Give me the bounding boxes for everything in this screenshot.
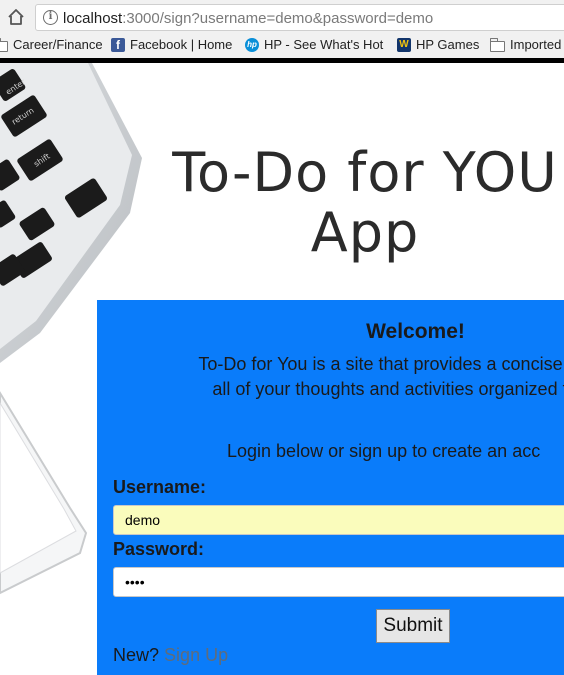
submit-button[interactable]: Submit (376, 609, 450, 643)
page: return shift enter To-Do for YOU App Wel… (0, 63, 564, 675)
bookmark-imported[interactable]: Imported (490, 36, 561, 54)
bookmark-label: Imported (510, 37, 562, 52)
url-path: :3000/sign?username=demo&password=demo (122, 10, 434, 27)
app-title-line2: App (310, 201, 420, 264)
site-description: To-Do for You is a site that provides a … (113, 352, 564, 402)
welcome-heading: Welcome! (366, 320, 465, 343)
app-title-line1: To-Do for YOU (172, 141, 558, 204)
hp-games-icon: W (397, 38, 411, 52)
info-icon[interactable]: i (43, 10, 58, 25)
url-text[interactable]: localhost:3000/sign?username=demo&passwo… (63, 10, 433, 27)
password-label: Password: (113, 539, 205, 559)
bookmark-hp-games[interactable]: W HP Games (397, 36, 479, 54)
signup-row: New? Sign Up (113, 645, 228, 666)
username-label: Username: (113, 477, 207, 497)
bookmarks-bar: Career/Finance f Facebook | Home hp HP -… (0, 35, 564, 55)
hp-icon: hp (245, 38, 259, 52)
bookmark-label: Facebook | Home (130, 37, 233, 52)
bookmark-label: HP Games (416, 37, 480, 52)
new-user-label: New? (113, 645, 160, 665)
url-host: localhost (63, 10, 123, 27)
folder-icon (0, 37, 8, 52)
home-icon[interactable] (6, 7, 26, 27)
bookmark-hp[interactable]: hp HP - See What's Hot (245, 36, 383, 54)
bookmark-facebook[interactable]: f Facebook | Home (111, 36, 232, 54)
browser-chrome: i localhost:3000/sign?username=demo&pass… (0, 0, 564, 62)
address-bar[interactable]: i localhost:3000/sign?username=demo&pass… (35, 4, 564, 31)
bookmark-label: Career/Finance (13, 37, 103, 52)
folder-icon (490, 37, 505, 52)
sign-up-link[interactable]: Sign Up (164, 645, 228, 665)
password-input[interactable] (113, 567, 564, 597)
description-line: all of your thoughts and activities orga… (212, 379, 564, 399)
bookmark-career-finance[interactable]: Career/Finance (0, 36, 103, 54)
app-title: To-Do for YOU App (100, 143, 564, 263)
bookmark-label: HP - See What's Hot (264, 37, 384, 52)
description-line: To-Do for You is a site that provides a … (198, 354, 564, 374)
facebook-icon: f (111, 38, 125, 52)
login-panel: Welcome! To-Do for You is a site that pr… (97, 300, 564, 675)
login-hint: Login below or sign up to create an acc (227, 441, 541, 461)
username-input[interactable] (113, 505, 564, 535)
